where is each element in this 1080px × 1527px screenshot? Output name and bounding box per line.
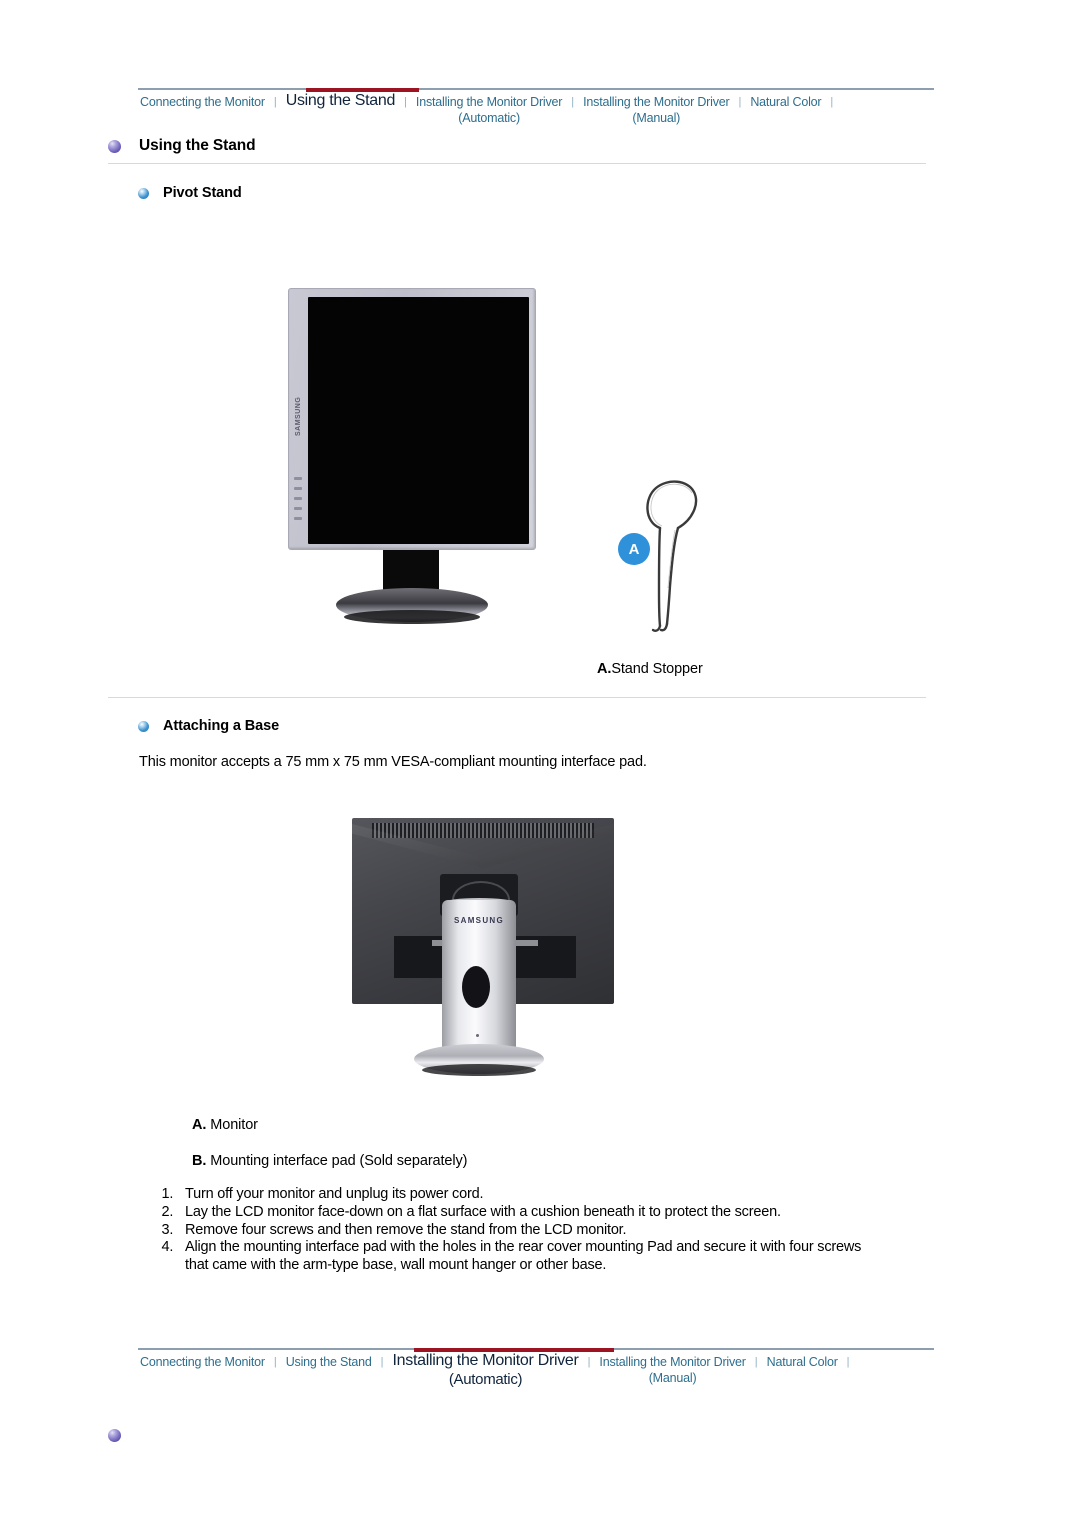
bottom-nav-active-accent [414, 1348, 614, 1352]
callout-badge-a: A [618, 533, 650, 565]
section-heading-attaching-a-base: Attaching a Base [138, 718, 279, 734]
blue-circle-bullet-icon [138, 720, 149, 732]
monitor-base-shadow [344, 610, 480, 624]
title-divider [108, 163, 926, 164]
nav-item-label: Installing the Monitor Driver [599, 1355, 746, 1369]
nav-item-label: Installing the Monitor Driver [415, 95, 563, 109]
bottom-nav-items: Connecting the Monitor | Using the Stand… [138, 1350, 934, 1390]
legend-label-b: B. [192, 1153, 207, 1169]
pivot-monitor-illustration: SAMSUNG [288, 288, 536, 628]
nav-item-sublabel: (Manual) [648, 1370, 697, 1385]
top-nav-items: Connecting the Monitor | Using the Stand… [138, 90, 934, 126]
nav-item-natural-color[interactable]: Natural Color [748, 92, 823, 111]
vesa-description-text: This monitor accepts a 75 mm x 75 mm VES… [139, 754, 647, 770]
nav-item-label: Connecting the Monitor [140, 1355, 265, 1369]
nav-item-label: Connecting the Monitor [140, 95, 265, 109]
nav-item-using-the-stand[interactable]: Using the Stand [284, 1352, 374, 1371]
stand-stopper-caption: A.Stand Stopper [597, 661, 703, 677]
control-button[interactable] [294, 477, 302, 480]
bottom-nav-rule [138, 1348, 934, 1352]
ventilation-grille [372, 823, 594, 838]
nav-item-sublabel: (Automatic) [458, 110, 520, 125]
control-button[interactable] [294, 497, 302, 500]
bottom-navigation-bar: Connecting the Monitor | Using the Stand… [138, 1348, 934, 1390]
nav-separator: | [846, 1356, 850, 1368]
caption-text: Stand Stopper [611, 661, 703, 677]
nav-item-installing-monitor-driver-manual[interactable]: Installing the Monitor Driver (Manual) [597, 1352, 747, 1386]
section-heading-label: Pivot Stand [163, 185, 242, 201]
stand-cable-hole [462, 966, 490, 1008]
nav-separator: | [571, 96, 575, 108]
nav-item-sublabel: (Automatic) [448, 1371, 523, 1388]
nav-item-label: Installing the Monitor Driver [392, 1352, 579, 1369]
rear-monitor-illustration: SAMSUNG [352, 818, 614, 1090]
legend-text-a: Monitor [210, 1117, 258, 1133]
stand-screw-dot [476, 1034, 479, 1037]
nav-item-label: Natural Color [766, 1355, 838, 1369]
nav-item-connecting-the-monitor[interactable]: Connecting the Monitor [138, 92, 267, 111]
bottom-purple-sphere-bullet-icon[interactable] [108, 1429, 121, 1442]
page-title: Using the Stand [139, 137, 256, 154]
section-heading-label: Attaching a Base [163, 718, 280, 734]
legend-item-b: B. Mounting interface pad (Sold separate… [192, 1153, 468, 1169]
nav-item-natural-color[interactable]: Natural Color [765, 1352, 840, 1371]
nav-separator: | [273, 1356, 277, 1368]
section-heading-pivot-stand: Pivot Stand [138, 185, 242, 201]
list-item: Turn off your monitor and unplug its pow… [177, 1186, 877, 1204]
nav-separator: | [273, 96, 277, 108]
nav-item-label: Using the Stand [285, 1355, 372, 1369]
power-button[interactable] [294, 517, 302, 520]
stand-base-shadow [422, 1064, 536, 1076]
nav-item-label: Using the Stand [285, 92, 396, 109]
list-item: Align the mounting interface pad with th… [177, 1239, 877, 1275]
nav-item-label: Installing the Monitor Driver [583, 95, 730, 109]
monitor-brand-logo: SAMSUNG [295, 396, 302, 436]
top-navigation-bar: Connecting the Monitor | Using the Stand… [138, 88, 934, 126]
blue-circle-bullet-icon [138, 187, 149, 199]
stand-brand-logo: SAMSUNG [454, 916, 504, 925]
control-button[interactable] [294, 507, 302, 510]
monitor-screen [308, 297, 529, 544]
list-item: Remove four screws and then remove the s… [177, 1222, 877, 1240]
nav-item-sublabel: (Manual) [632, 110, 681, 125]
nav-separator: | [830, 96, 834, 108]
nav-separator: | [587, 1356, 591, 1368]
control-button[interactable] [294, 487, 302, 490]
nav-item-installing-monitor-driver-automatic[interactable]: Installing the Monitor Driver (Automatic… [391, 1350, 581, 1390]
instruction-steps-list: Turn off your monitor and unplug its pow… [177, 1186, 877, 1275]
legend-text-b: Mounting interface pad (Sold separately) [210, 1153, 468, 1169]
top-nav-active-accent [306, 88, 419, 92]
top-nav-rule [138, 88, 934, 92]
page-title-row: Using the Stand [108, 137, 256, 155]
nav-separator: | [738, 96, 742, 108]
legend-label-a: A. [192, 1117, 207, 1133]
nav-item-installing-monitor-driver-automatic[interactable]: Installing the Monitor Driver (Automatic… [414, 92, 564, 126]
nav-separator: | [404, 96, 407, 108]
section-divider [108, 697, 926, 698]
legend-item-a: A. Monitor [192, 1117, 258, 1133]
nav-separator: | [754, 1356, 758, 1368]
nav-item-connecting-the-monitor[interactable]: Connecting the Monitor [138, 1352, 267, 1371]
nav-separator: | [380, 1356, 384, 1368]
monitor-control-buttons[interactable] [294, 477, 304, 520]
monitor-bezel: SAMSUNG [288, 288, 536, 550]
nav-item-installing-monitor-driver-manual[interactable]: Installing the Monitor Driver (Manual) [581, 92, 731, 126]
nav-item-label: Natural Color [750, 95, 822, 109]
nav-item-using-the-stand[interactable]: Using the Stand [284, 90, 397, 111]
list-item: Lay the LCD monitor face-down on a flat … [177, 1204, 877, 1222]
purple-sphere-bullet-icon [108, 139, 121, 153]
caption-label: A. [597, 661, 612, 677]
